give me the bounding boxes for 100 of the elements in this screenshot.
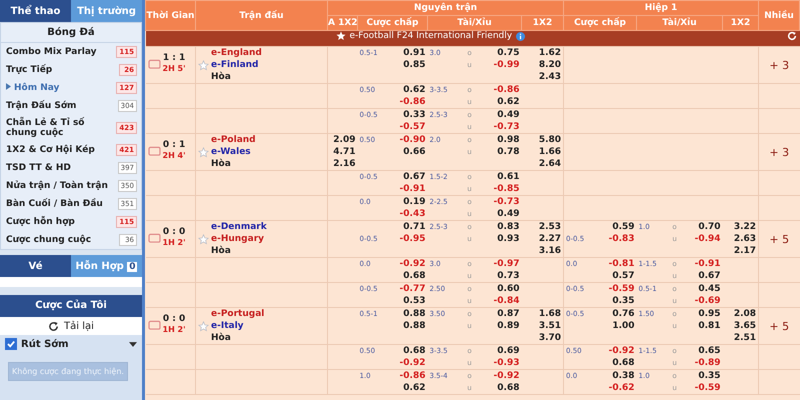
- odds-value[interactable]: 0.75: [478, 47, 520, 59]
- team-name[interactable]: e-Denmark: [211, 221, 267, 233]
- odds-value[interactable]: 0.89: [478, 320, 520, 332]
- odds-value[interactable]: 0.35: [600, 295, 635, 307]
- odds-value[interactable]: 2.51: [724, 332, 756, 344]
- odds-value[interactable]: 0.65: [684, 345, 721, 357]
- odds-value[interactable]: 0.38: [600, 370, 635, 382]
- odds-value[interactable]: 0.70: [684, 221, 721, 233]
- odds-value[interactable]: 0.61: [478, 171, 520, 183]
- odds-value[interactable]: 0.66: [394, 146, 426, 158]
- tv-icon[interactable]: [148, 146, 160, 156]
- odds-value[interactable]: -0.86: [478, 84, 520, 96]
- odds-value[interactable]: 0.45: [684, 283, 721, 295]
- odds-value[interactable]: -0.92: [600, 345, 635, 357]
- odds-value[interactable]: 0.62: [478, 96, 520, 108]
- odds-value[interactable]: -0.59: [600, 283, 635, 295]
- odds-value[interactable]: -0.92: [394, 258, 426, 270]
- refresh-icon[interactable]: [786, 31, 796, 41]
- odds-value[interactable]: 0.49: [478, 109, 520, 121]
- star-icon[interactable]: [198, 60, 209, 70]
- odds-value[interactable]: 0.67: [394, 171, 426, 183]
- odds-value[interactable]: 2.17: [724, 245, 756, 257]
- menu-item[interactable]: 1X2 & Cơ Hội Kép: [6, 145, 95, 155]
- odds-value[interactable]: 4.71: [330, 146, 356, 158]
- odds-value[interactable]: -0.84: [478, 295, 520, 307]
- menu-item[interactable]: Chẵn Lẻ & Tỉ số chung cuộc: [6, 118, 108, 138]
- team-name[interactable]: e-Italy: [211, 320, 264, 332]
- menu-item[interactable]: Combo Mix Parlay: [6, 47, 97, 57]
- odds-value[interactable]: -0.91: [684, 258, 721, 270]
- team-name[interactable]: e-Portugal: [211, 308, 264, 320]
- menu-item[interactable]: Bàn Cuối / Bàn Đầu: [6, 199, 103, 209]
- odds-value[interactable]: 0.91: [394, 47, 426, 59]
- odds-value[interactable]: -0.43: [394, 208, 426, 220]
- odds-value[interactable]: 8.20: [524, 59, 562, 71]
- sidebar-tab[interactable]: Thể thao: [0, 0, 71, 22]
- odds-value[interactable]: 2.16: [330, 158, 356, 170]
- more-bets-link[interactable]: + 5: [769, 232, 790, 246]
- odds-value[interactable]: -0.59: [684, 382, 721, 394]
- odds-value[interactable]: 0.98: [478, 134, 520, 146]
- odds-value[interactable]: 3.70: [524, 332, 562, 344]
- odds-value[interactable]: 0.78: [478, 146, 520, 158]
- odds-value[interactable]: 0.33: [394, 109, 426, 121]
- odds-value[interactable]: 0.67: [684, 270, 721, 282]
- odds-value[interactable]: 0.93: [478, 233, 520, 245]
- caret-icon[interactable]: [129, 342, 137, 346]
- odds-value[interactable]: -0.86: [394, 370, 426, 382]
- more-bets-link[interactable]: + 3: [769, 58, 790, 72]
- team-name[interactable]: e-England: [211, 47, 262, 59]
- star-icon[interactable]: [198, 234, 209, 244]
- odds-value[interactable]: -0.83: [600, 233, 635, 245]
- odds-value[interactable]: -0.92: [394, 357, 426, 369]
- odds-value[interactable]: -0.92: [478, 370, 520, 382]
- menu-item[interactable]: Cược chung cuộc: [6, 235, 92, 245]
- odds-value[interactable]: 0.81: [684, 320, 721, 332]
- odds-value[interactable]: 1.00: [600, 320, 635, 332]
- slip-tab[interactable]: Vé: [0, 255, 71, 277]
- team-name[interactable]: e-Finland: [211, 59, 262, 71]
- odds-value[interactable]: 1.66: [524, 146, 562, 158]
- more-bets-link[interactable]: + 3: [769, 146, 790, 158]
- odds-value[interactable]: 0.60: [478, 283, 520, 295]
- odds-value[interactable]: 0.87: [478, 308, 520, 320]
- odds-value[interactable]: 0.62: [394, 382, 426, 394]
- odds-value[interactable]: 2.63: [724, 233, 756, 245]
- odds-value[interactable]: 0.35: [684, 370, 721, 382]
- odds-value[interactable]: 0.88: [394, 320, 426, 332]
- reload-button[interactable]: Tải lại: [0, 317, 142, 335]
- menu-item[interactable]: Hôm Nay: [6, 83, 60, 93]
- odds-value[interactable]: 0.69: [478, 345, 520, 357]
- checkbox[interactable]: [5, 338, 17, 350]
- odds-value[interactable]: -0.94: [684, 233, 721, 245]
- more-bets-link[interactable]: + 5: [769, 320, 790, 332]
- odds-value[interactable]: -0.57: [394, 121, 426, 133]
- odds-value[interactable]: -0.90: [394, 134, 426, 146]
- odds-value[interactable]: 3.22: [724, 221, 756, 233]
- star-icon[interactable]: [198, 146, 209, 158]
- odds-value[interactable]: 0.57: [600, 270, 635, 282]
- odds-value[interactable]: -0.81: [600, 258, 635, 270]
- odds-value[interactable]: 3.16: [524, 245, 562, 257]
- info-icon[interactable]: [516, 32, 526, 40]
- odds-value[interactable]: 0.19: [394, 196, 426, 208]
- team-name[interactable]: e-Hungary: [211, 233, 267, 245]
- odds-value[interactable]: -0.69: [684, 295, 721, 307]
- tv-icon[interactable]: [148, 58, 160, 68]
- odds-value[interactable]: -0.91: [394, 183, 426, 195]
- odds-value[interactable]: 0.76: [600, 308, 635, 320]
- odds-value[interactable]: 0.59: [600, 221, 635, 233]
- odds-value[interactable]: 0.68: [600, 357, 635, 369]
- tv-icon[interactable]: [148, 320, 160, 330]
- menu-item[interactable]: Cược hỗn hợp: [6, 217, 75, 227]
- odds-value[interactable]: 1.62: [524, 47, 562, 59]
- odds-value[interactable]: 2.09: [330, 134, 356, 146]
- odds-value[interactable]: 1.68: [524, 308, 562, 320]
- odds-value[interactable]: 0.83: [478, 221, 520, 233]
- tv-icon[interactable]: [148, 232, 160, 242]
- odds-value[interactable]: 0.71: [394, 221, 426, 233]
- odds-value[interactable]: 0.53: [394, 295, 426, 307]
- odds-value[interactable]: 0.88: [394, 308, 426, 320]
- odds-value[interactable]: 0.49: [478, 208, 520, 220]
- odds-value[interactable]: 2.43: [524, 71, 562, 83]
- odds-value[interactable]: -0.97: [478, 258, 520, 270]
